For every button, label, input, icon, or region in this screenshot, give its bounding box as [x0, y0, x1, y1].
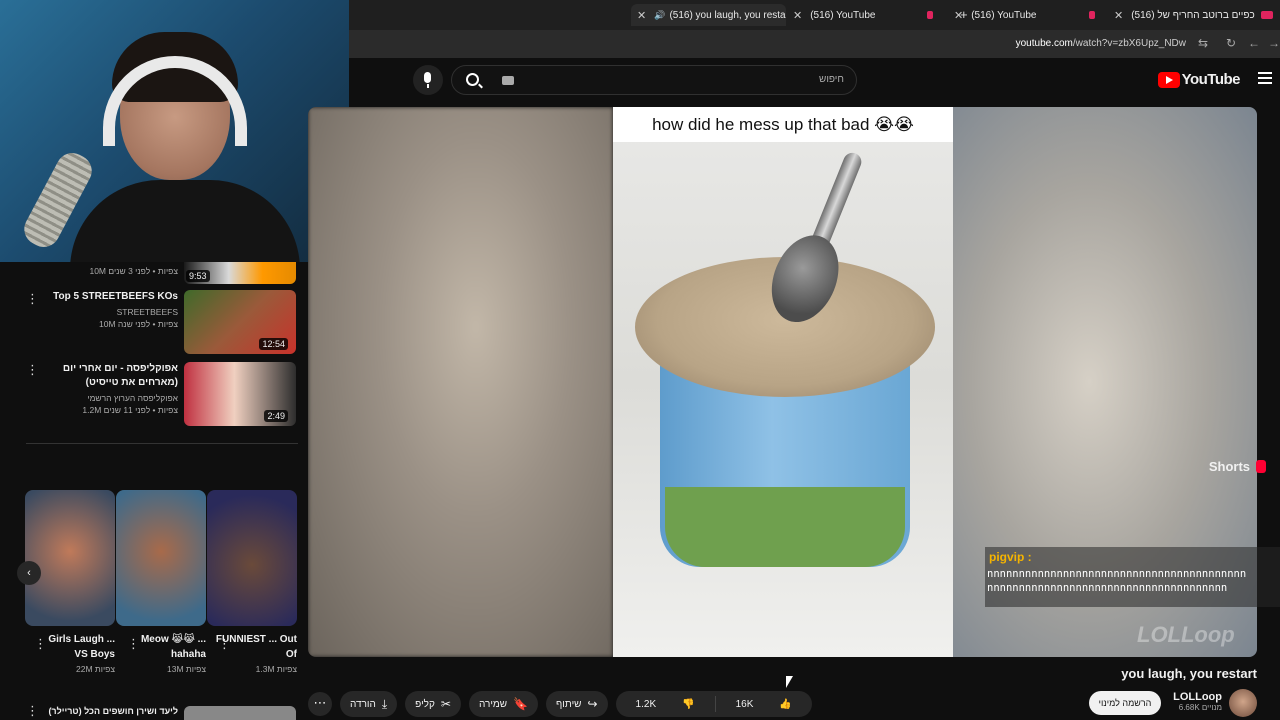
tab-label: (516) כפיים ברוטב החריף של [1131, 9, 1255, 21]
keyboard-icon[interactable] [502, 76, 514, 85]
browser-tab-bar: + ✕ 🔊 (516) you laugh, you restart ✕ (51… [349, 0, 1280, 30]
thumbs-up-icon: 👍 [779, 698, 792, 710]
chat-overlay: pigvip : nnnnnnnnnnnnnnnnnnnnnnnnnnnnnnn… [985, 547, 1280, 607]
stream-watermark: LOLLoop [1137, 622, 1235, 647]
video-caption: how did he mess up that bad 😭😭 [613, 107, 953, 142]
reload-icon[interactable]: ↻ [1226, 36, 1236, 50]
close-tab-icon[interactable]: ✕ [1114, 9, 1123, 22]
divider [26, 443, 298, 444]
search-placeholder: חיפוש [819, 74, 844, 85]
share-icon: ↪ [587, 697, 598, 711]
youtube-favicon-icon [927, 4, 939, 26]
chat-message-line: nnnnnnnnnnnnnnnnnnnnnnnnnnnnnnnnnnnnnnnn… [987, 568, 1247, 580]
rec-views: 1.2M צפיות • לפני 11 שנים [82, 405, 178, 415]
short-thumbnail[interactable] [116, 490, 206, 626]
youtube-favicon-icon [1260, 11, 1273, 19]
speaker-icon: 🔊 [654, 9, 666, 20]
channel-name[interactable]: LOLLoop [1173, 691, 1222, 703]
clip-button[interactable]: קליפ ✂ [405, 691, 461, 717]
back-icon[interactable]: ← [1248, 36, 1260, 50]
tab-label: (516) YouTube [971, 9, 1037, 21]
forward-icon[interactable]: → [1268, 36, 1280, 50]
screen: + ✕ 🔊 (516) you laugh, you restart ✕ (51… [0, 0, 1280, 720]
voice-search-icon[interactable] [413, 65, 443, 95]
rec-title[interactable]: Top 5 STREETBEEFS KOs [28, 290, 178, 304]
dislike-button[interactable]: 1.2K 👎 [616, 699, 715, 710]
duration-badge: 2:49 [264, 410, 288, 422]
list-item[interactable]: אפוקליפסה - יום אחרי יום (מארחים את טייס… [0, 362, 300, 430]
scissors-icon: ✂ [440, 697, 451, 711]
duration-badge: 12:54 [259, 338, 288, 350]
video-actions: ⋯ הורדה ⤓ קליפ ✂ שמירה 🔖 שיתוף ↪ 1.2K 👎 16K 👍 [308, 690, 812, 718]
tab-hot-sauce[interactable]: ✕ (516) כפיים ברוטב החריף של [1114, 4, 1280, 26]
video-title: you laugh, you restart [1121, 666, 1257, 681]
like-dislike-group: 1.2K 👎 16K 👍 [615, 691, 812, 717]
youtube-header: חיפוש YouTube [349, 58, 1280, 104]
close-tab-icon[interactable]: ✕ [793, 9, 802, 22]
rec-title[interactable]: אפוקליפסה - יום אחרי יום (מארחים את טייס… [28, 362, 178, 390]
download-button[interactable]: הורדה ⤓ [340, 691, 398, 717]
channel-info[interactable]: LOLLoop 6.68K מנויים [1173, 691, 1222, 712]
streamer-body [70, 180, 300, 262]
close-tab-icon[interactable]: ✕ [637, 9, 646, 22]
chat-message-line: nnnnnnnnnnnnnnnnnnnnnnnnnnnnnnnnnnnnnn [987, 582, 1228, 594]
more-actions-button[interactable]: ⋯ [308, 692, 332, 716]
chat-username: pigvip : [989, 550, 1032, 564]
shorts-icon [1256, 460, 1266, 473]
rec-channel[interactable]: STREETBEEFS [28, 307, 178, 317]
tab-label: (516) YouTube [810, 9, 876, 21]
rec-views: 10M צפיות • לפני 3 שנים [89, 266, 178, 276]
list-item[interactable]: Top 5 STREETBEEFS KOs STREETBEEFS 10M צפ… [0, 290, 300, 358]
channel-avatar[interactable] [1229, 689, 1257, 717]
address-bar[interactable]: youtube.com/watch?v=zbX6Upz_NDw ⇆ ↻ ← → [349, 30, 1280, 58]
short-thumbnail[interactable] [25, 490, 115, 626]
youtube-favicon-icon [1089, 4, 1101, 26]
subscriber-count: 6.68K מנויים [1178, 703, 1222, 712]
youtube-play-icon [1157, 71, 1180, 88]
download-icon: ⤓ [381, 696, 388, 711]
video-frame[interactable]: how did he mess up that bad 😭😭 [613, 107, 953, 657]
bookmark-icon: 🔖 [513, 697, 529, 711]
close-tab-icon[interactable]: ✕ [954, 9, 963, 22]
blurred-background-left [308, 107, 613, 657]
tab-active[interactable]: ✕ 🔊 (516) you laugh, you restart [631, 4, 786, 26]
rec-thumbnail[interactable]: 12:54 [184, 290, 296, 354]
list-item[interactable]: ליעד ושירן חושפים הכל (טריילר) [0, 702, 300, 720]
rec-channel[interactable]: אפוקליפסה הערוץ הרשמי [28, 393, 178, 403]
short-thumbnail[interactable] [207, 490, 297, 626]
like-button[interactable]: 16K 👍 [716, 699, 812, 710]
duration-badge: 9:53 [186, 270, 210, 282]
short-meta[interactable]: Girls Laugh ... VS Boys 22M צפיות [33, 632, 115, 674]
short-meta[interactable]: FUNNIEST ... Out Of 1.3M צפיות [215, 632, 297, 674]
list-item[interactable]: 10M צפיות • לפני 3 שנים 9:53 [0, 262, 300, 288]
tab-youtube-1[interactable]: ✕ (516) YouTube [793, 4, 938, 26]
tab-youtube-2[interactable]: ✕ (516) YouTube [954, 4, 1099, 26]
webcam-overlay [0, 0, 349, 262]
rec-thumbnail[interactable]: 9:53 [184, 262, 296, 284]
thumbs-down-icon: 👎 [682, 698, 695, 710]
shorts-prev-button[interactable]: ‹ [17, 561, 41, 585]
tab-label: (516) you laugh, you restart [669, 9, 786, 21]
search-icon[interactable] [466, 73, 479, 86]
hamburger-menu-icon[interactable] [1258, 72, 1272, 84]
rec-views: 10M צפיות • לפני שנה [98, 319, 178, 329]
subscribe-button[interactable]: הרשמה למינוי [1089, 691, 1161, 715]
mouse-cursor [786, 676, 793, 688]
youtube-logo[interactable]: YouTube [1157, 71, 1241, 88]
share-button[interactable]: שיתוף ↪ [546, 691, 608, 717]
translate-icon[interactable]: ⇆ [1198, 36, 1208, 50]
short-meta[interactable]: Meow 😹😹 ... hahaha 13M צפיות [124, 632, 206, 674]
shorts-heading: Shorts [1209, 459, 1266, 474]
url-text[interactable]: youtube.com/watch?v=zbX6Upz_NDw [1016, 38, 1186, 49]
save-button[interactable]: שמירה 🔖 [468, 691, 539, 717]
rec-thumbnail[interactable]: 2:49 [184, 362, 296, 426]
search-box[interactable]: חיפוש [451, 65, 857, 95]
